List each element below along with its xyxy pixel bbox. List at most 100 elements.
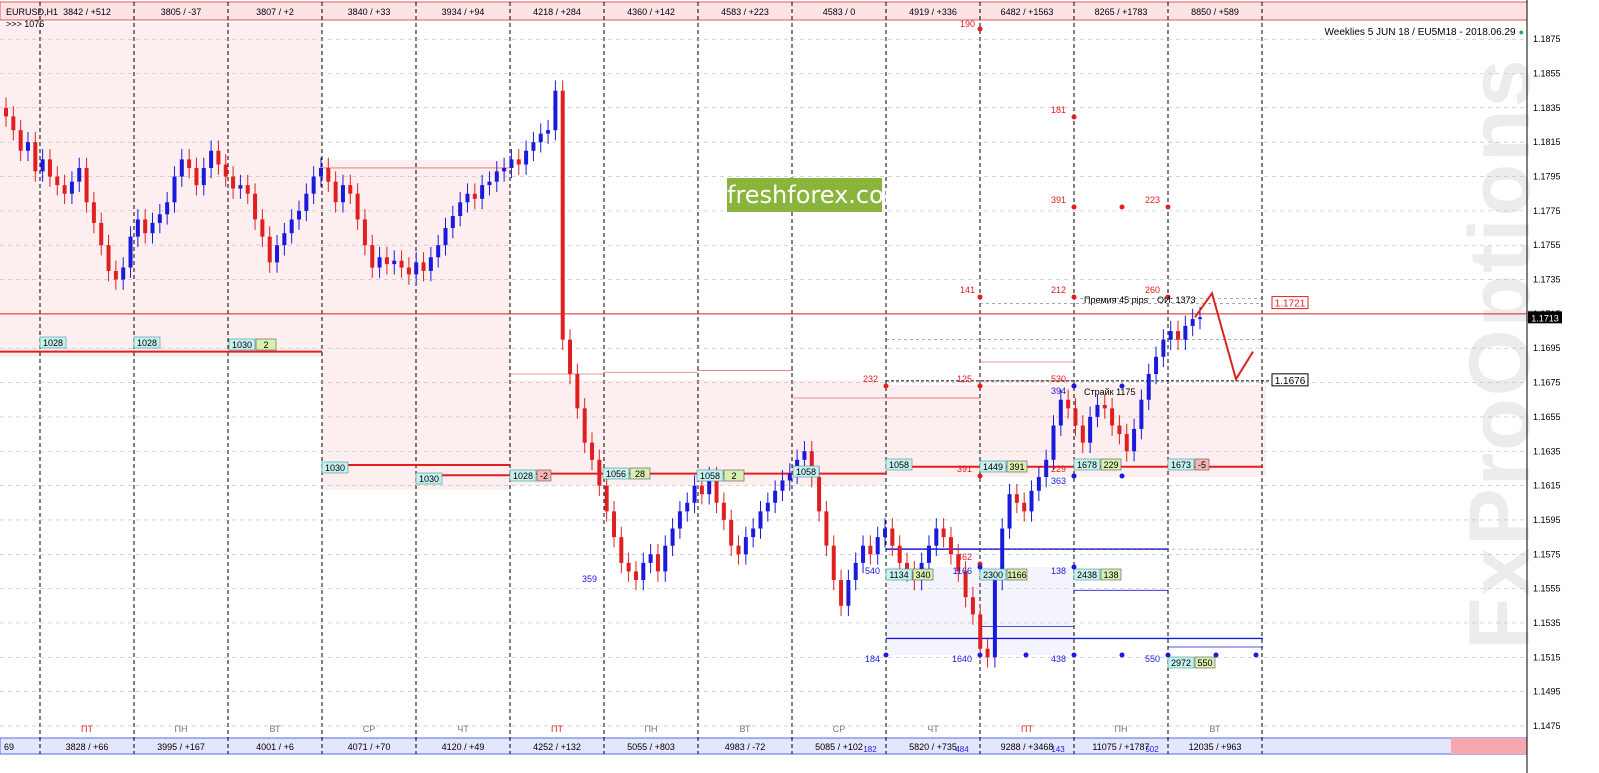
- blue-point-dot: [1071, 473, 1077, 479]
- level-tag-text: -5: [1198, 460, 1206, 470]
- red-point-label: 125: [957, 374, 972, 384]
- blue-point-dot: [977, 652, 983, 658]
- annotation: ОИ: 1373: [1157, 295, 1196, 305]
- candle-body: [231, 176, 236, 189]
- candle-body: [817, 477, 822, 512]
- level-box-text: 1134: [889, 570, 908, 580]
- bottom-stat: 69: [4, 742, 14, 752]
- candle-body: [868, 545, 873, 555]
- bottom-stat: 4071 / +70: [348, 742, 391, 752]
- blue-point-dot: [1165, 652, 1171, 658]
- candle-body: [941, 528, 946, 538]
- candle-body: [883, 528, 888, 538]
- day-label: ЧТ: [927, 724, 939, 734]
- top-stat: 4360 / +142: [627, 7, 675, 17]
- candle-body: [1139, 399, 1144, 429]
- y-tick-label: 1.1675: [1533, 378, 1561, 388]
- candle-body: [1190, 319, 1195, 326]
- day-label: ВТ: [270, 724, 281, 734]
- level-tag-text: 138: [1103, 570, 1118, 580]
- red-point-label: 462: [957, 552, 972, 562]
- candle-body: [4, 107, 8, 117]
- brand-badge[interactable]: freshforex.com: [727, 178, 907, 212]
- candle-body: [370, 245, 375, 268]
- candle-body: [699, 485, 704, 495]
- level-tag-text: 1166: [1007, 570, 1026, 580]
- blue-point-label: 363: [1051, 476, 1066, 486]
- blue-point-dot: [1071, 564, 1077, 570]
- red-point-label: 223: [1145, 195, 1160, 205]
- candle-body: [187, 159, 192, 168]
- red-point-label: 232: [863, 374, 878, 384]
- candle-body: [502, 167, 507, 172]
- red-point-dot: [1119, 204, 1125, 210]
- candle-body: [150, 222, 155, 234]
- candle-body: [172, 176, 177, 203]
- candle-body: [846, 580, 851, 606]
- day-label: ВТ: [740, 724, 751, 734]
- sub-label: >>> 1076: [6, 19, 45, 29]
- candle-body: [516, 159, 521, 165]
- candle-body: [465, 193, 470, 203]
- level-box-text: 1028: [513, 471, 533, 481]
- zone-panel: [0, 22, 322, 357]
- top-stat: 3842 / +512: [63, 7, 111, 17]
- candle-body: [875, 537, 880, 555]
- red-point-dot: [883, 383, 889, 389]
- candle-body: [1110, 408, 1115, 426]
- y-tick-label: 1.1475: [1533, 721, 1561, 731]
- candle-body: [611, 511, 616, 538]
- candle-body: [289, 219, 294, 234]
- candle-body: [25, 142, 30, 151]
- blue-point-dot: [1119, 473, 1125, 479]
- candle-body: [135, 219, 140, 237]
- top-stat: 4583 / +223: [721, 7, 769, 17]
- top-stat: 8850 / +589: [1191, 7, 1239, 17]
- candle-body: [348, 185, 353, 194]
- current-price: 1.1713: [1531, 313, 1559, 323]
- candle-body: [33, 142, 38, 172]
- price-chart[interactable]: 1.1875 1.1855 1.1835 1.1815 1.1795 1.1775 1.17…: [0, 0, 1599, 773]
- y-tick-label: 1.1635: [1533, 446, 1561, 456]
- candle-body: [1176, 331, 1181, 340]
- symbol-label: EURUSD,H1: [6, 7, 59, 17]
- candle-body: [831, 545, 836, 581]
- candle-body: [194, 167, 199, 186]
- candle-body: [1146, 373, 1151, 400]
- blue-point-dot: [1023, 652, 1029, 658]
- candle-body: [157, 214, 162, 223]
- y-tick-label: 1.1515: [1533, 652, 1561, 662]
- candle-body: [765, 502, 770, 512]
- blue-point-dot: [1071, 652, 1077, 658]
- top-stat: 3840 / +33: [348, 7, 391, 17]
- y-tick-label: 1.1875: [1533, 34, 1561, 44]
- status-dot-icon: ●: [1518, 27, 1524, 37]
- y-tick-label: 1.1755: [1533, 240, 1561, 250]
- candle-body: [472, 193, 477, 199]
- y-tick-label: 1.1655: [1533, 412, 1561, 422]
- candle-body: [970, 597, 975, 615]
- candle-body: [253, 193, 258, 220]
- day-label: ВТ: [1210, 724, 1221, 734]
- candle-body: [1036, 477, 1041, 491]
- blue-point-dot: [1213, 652, 1219, 658]
- candle-body: [326, 167, 331, 182]
- red-point-label: 229: [1051, 464, 1066, 474]
- candle-body: [509, 159, 514, 168]
- annotation: Премия 45 pips: [1084, 295, 1149, 305]
- level-tag-text: 229: [1103, 460, 1118, 470]
- candle-body: [223, 164, 228, 177]
- level-tag-text: 391: [1009, 462, 1024, 472]
- blue-point-label: 1166: [953, 566, 972, 576]
- candle-body: [1102, 404, 1107, 409]
- candle-body: [897, 545, 902, 563]
- red-point-dot: [977, 473, 983, 479]
- candle-body: [1073, 408, 1078, 426]
- y-tick-label: 1.1775: [1533, 206, 1561, 216]
- blue-point-label: 438: [1051, 654, 1066, 664]
- candle-body: [575, 373, 580, 409]
- candle-body: [655, 554, 660, 572]
- candle-body: [113, 270, 118, 280]
- candle-body: [238, 185, 243, 189]
- candle-body: [751, 528, 756, 538]
